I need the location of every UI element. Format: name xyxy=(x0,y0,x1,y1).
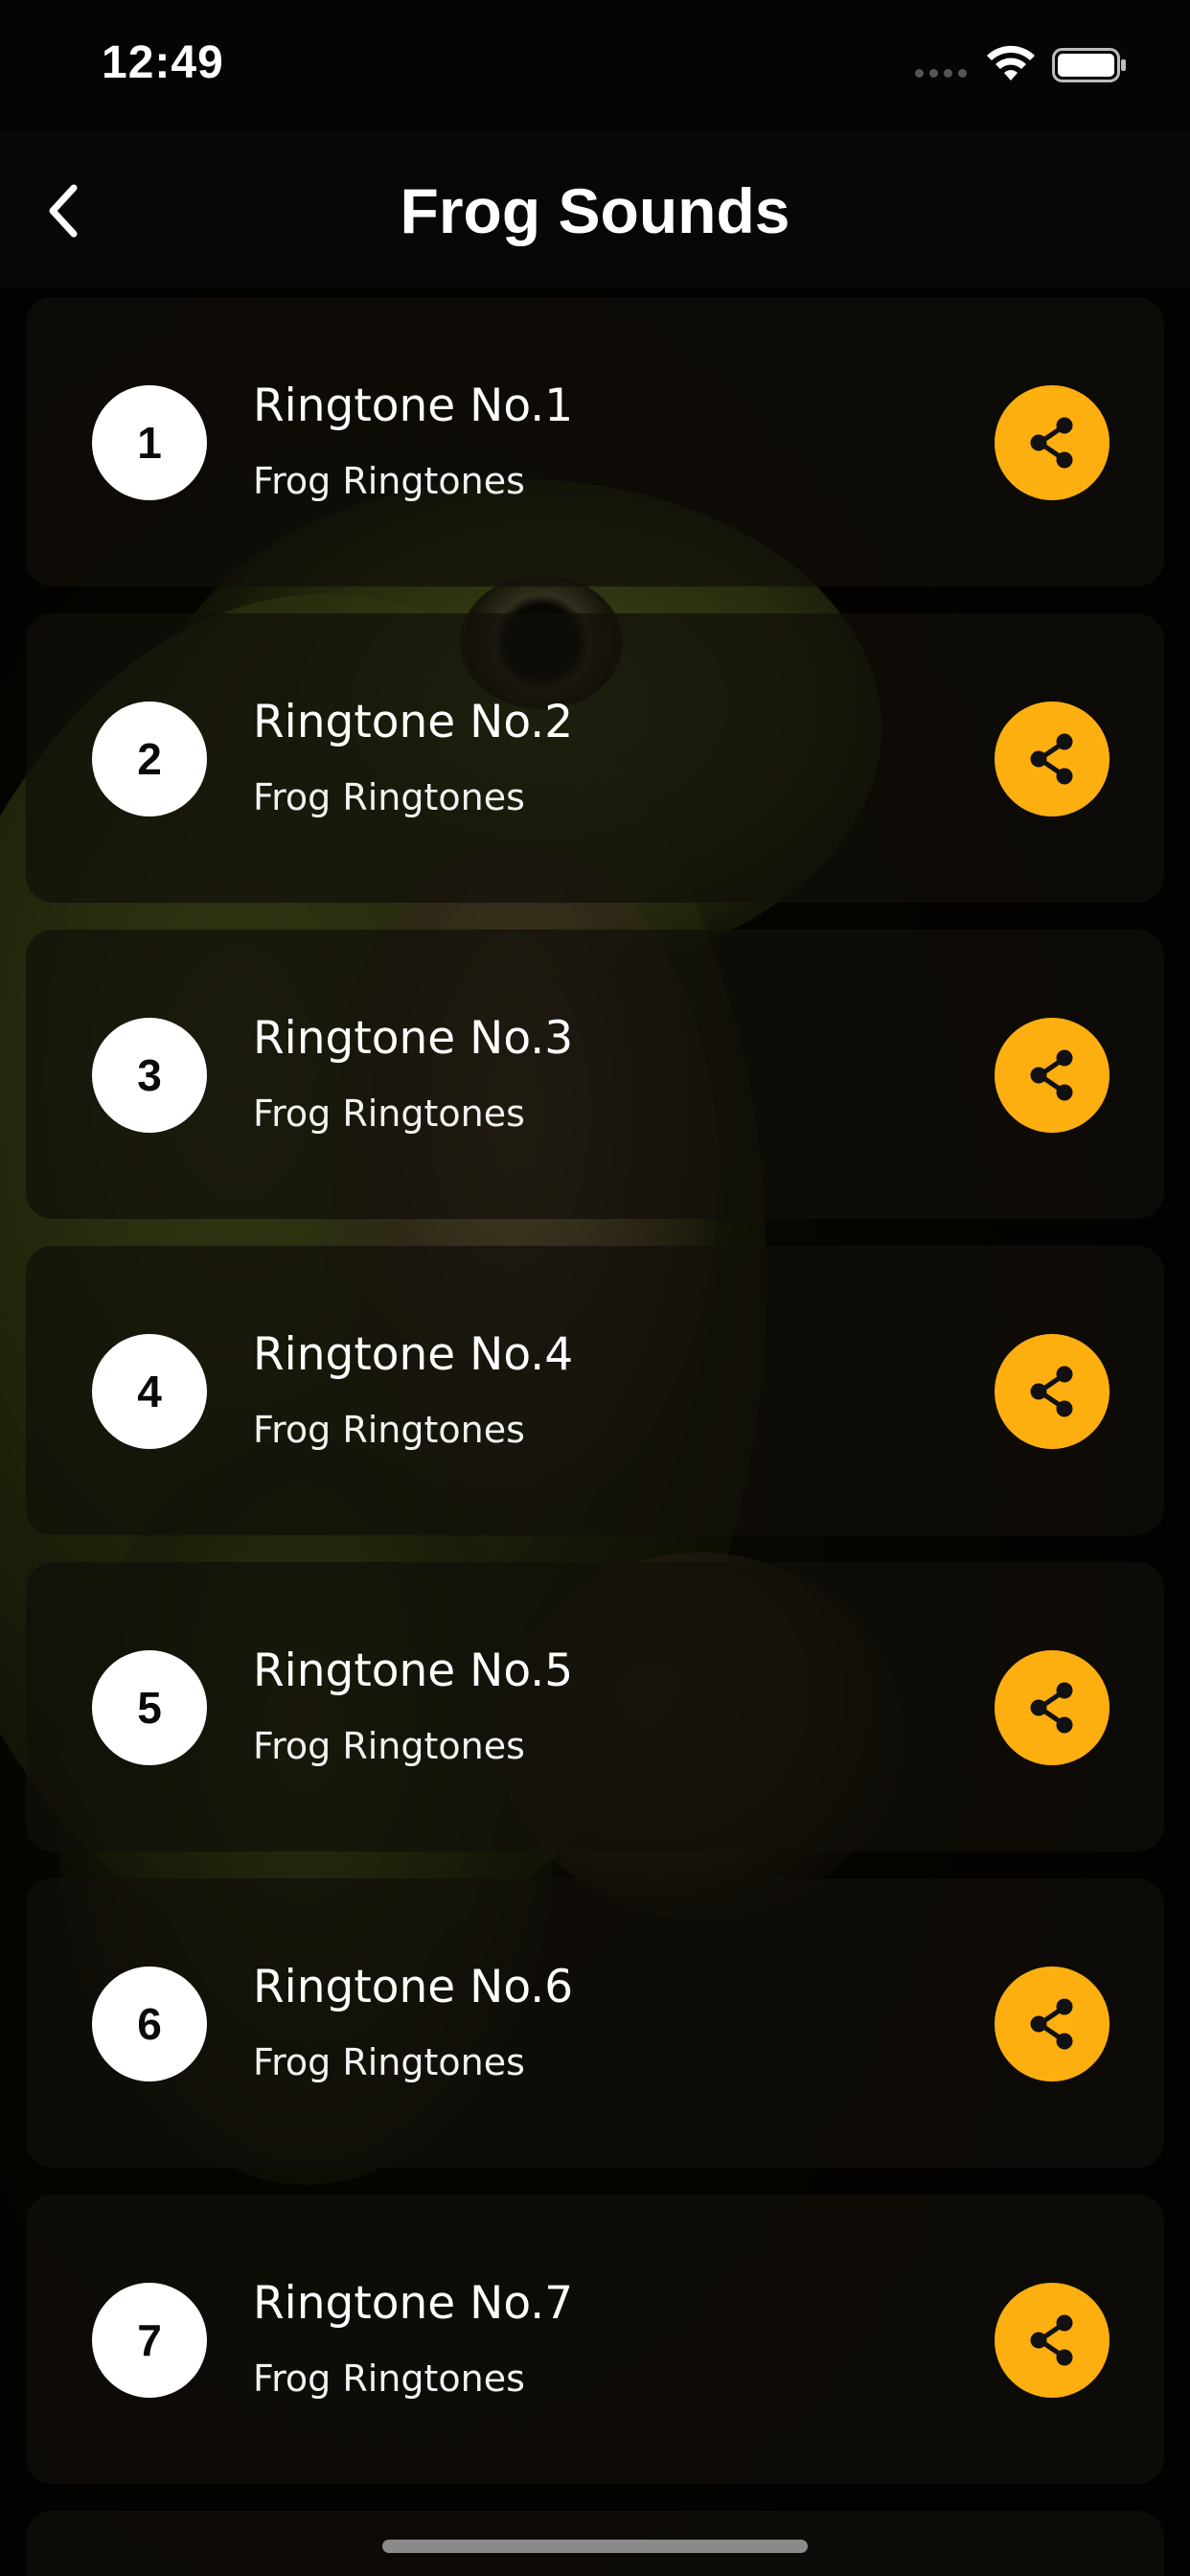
share-icon xyxy=(1030,2314,1073,2366)
ringtone-number-badge: 5 xyxy=(92,1650,207,1765)
ringtone-list-item[interactable]: 1 Ringtone No.1 Frog Ringtones xyxy=(26,297,1164,586)
ringtone-subtitle: Frog Ringtones xyxy=(253,1092,525,1135)
ringtone-title: Ringtone No.4 xyxy=(253,1328,574,1381)
share-button[interactable] xyxy=(995,1334,1110,1449)
ringtone-subtitle: Frog Ringtones xyxy=(253,1725,525,1767)
share-icon xyxy=(1030,1998,1073,2050)
ringtone-list[interactable]: 1 Ringtone No.1 Frog Ringtones 2 Rington… xyxy=(26,297,1164,2576)
ringtone-subtitle: Frog Ringtones xyxy=(253,460,525,502)
ringtone-list-item[interactable]: 2 Ringtone No.2 Frog Ringtones xyxy=(26,613,1164,903)
share-icon xyxy=(1030,1366,1073,1417)
page-title: Frog Sounds xyxy=(400,175,790,246)
ringtone-subtitle: Frog Ringtones xyxy=(253,776,525,818)
status-time: 12:49 xyxy=(102,37,224,88)
share-icon xyxy=(1030,1049,1073,1101)
ringtone-number-badge: 6 xyxy=(92,1966,207,2082)
ringtone-list-item[interactable]: 6 Ringtone No.6 Frog Ringtones xyxy=(26,1878,1164,2168)
ringtone-title: Ringtone No.1 xyxy=(253,380,574,432)
ringtone-list-item[interactable]: 4 Ringtone No.4 Frog Ringtones xyxy=(26,1246,1164,1535)
share-button[interactable] xyxy=(995,2283,1110,2398)
ringtone-subtitle: Frog Ringtones xyxy=(253,2358,525,2400)
share-button[interactable] xyxy=(995,385,1110,500)
ringtone-title: Ringtone No.7 xyxy=(253,2277,574,2330)
ringtone-list-item[interactable]: 7 Ringtone No.7 Frog Ringtones xyxy=(26,2195,1164,2484)
home-indicator[interactable] xyxy=(382,2540,808,2553)
share-button[interactable] xyxy=(995,1650,1110,1765)
battery-icon xyxy=(1052,48,1126,82)
ringtone-number-badge: 1 xyxy=(92,385,207,500)
share-icon xyxy=(1030,417,1073,469)
navigation-bar: Frog Sounds xyxy=(0,134,1190,288)
ringtone-number-badge: 4 xyxy=(92,1334,207,1449)
share-button[interactable] xyxy=(995,1966,1110,2082)
cellular-signal-icon xyxy=(915,69,967,78)
ringtone-list-item[interactable]: 5 Ringtone No.5 Frog Ringtones xyxy=(26,1562,1164,1852)
ringtone-title: Ringtone No.3 xyxy=(253,1012,574,1065)
share-icon xyxy=(1030,1682,1073,1734)
ringtone-number-badge: 2 xyxy=(92,702,207,816)
ringtone-list-item[interactable]: 3 Ringtone No.3 Frog Ringtones xyxy=(26,930,1164,1219)
ringtone-subtitle: Frog Ringtones xyxy=(253,1409,525,1451)
share-icon xyxy=(1030,733,1073,785)
ringtone-number-badge: 3 xyxy=(92,1018,207,1133)
ringtone-title: Ringtone No.2 xyxy=(253,696,574,748)
wifi-icon xyxy=(987,45,1035,80)
ringtone-title: Ringtone No.5 xyxy=(253,1644,574,1697)
ringtone-title: Ringtone No.6 xyxy=(253,1961,574,2013)
status-bar: 12:49 xyxy=(0,0,1190,134)
share-button[interactable] xyxy=(995,1018,1110,1133)
ringtone-number-badge: 7 xyxy=(92,2283,207,2398)
ringtone-subtitle: Frog Ringtones xyxy=(253,2041,525,2083)
share-button[interactable] xyxy=(995,702,1110,816)
